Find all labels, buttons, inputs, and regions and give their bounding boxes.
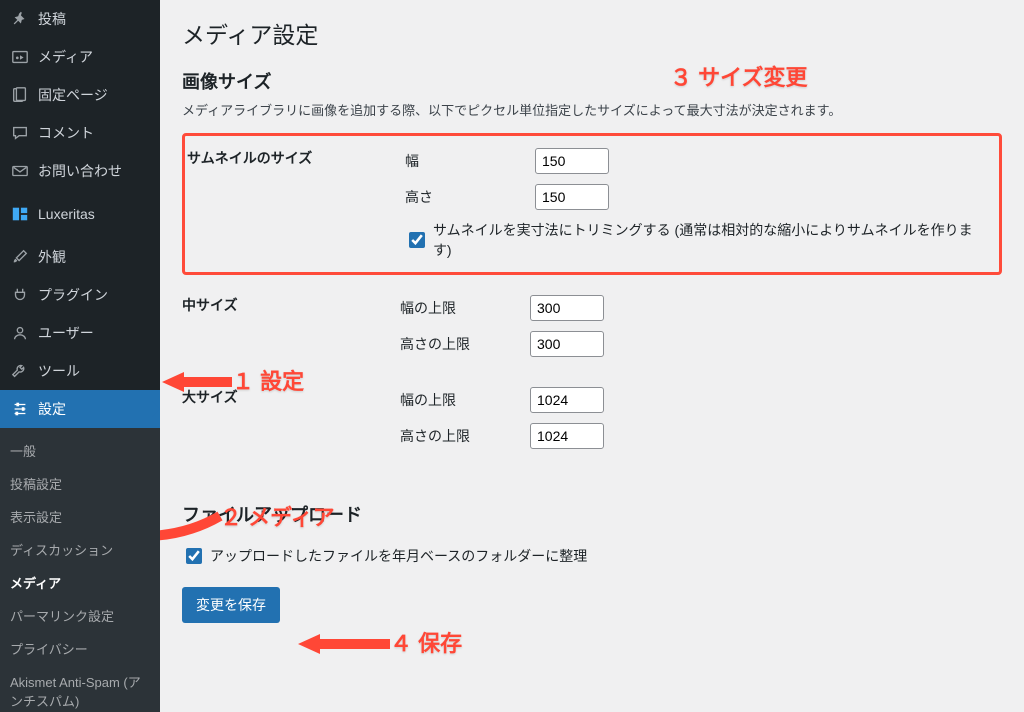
- sidebar-item-label: 固定ページ: [38, 85, 108, 105]
- large-width-input[interactable]: [530, 387, 604, 413]
- thumbnail-table: サムネイルのサイズ 幅 高さ サムネイルを実寸法にトリミングする (通常は: [187, 138, 997, 270]
- annotation-4: ４ 保存: [390, 626, 462, 658]
- sidebar-item-label: 投稿: [38, 9, 66, 29]
- image-sizes-description: メディアライブラリに画像を追加する際、以下でピクセル単位指定したサイズによって最…: [182, 100, 1002, 119]
- page-title: メディア設定: [182, 16, 1002, 50]
- submenu-item-4[interactable]: メディア: [0, 566, 160, 599]
- sidebar-item-label: 設定: [38, 399, 66, 419]
- thumb-height-label: 高さ: [405, 187, 535, 207]
- thumbnail-highlight: サムネイルのサイズ 幅 高さ サムネイルを実寸法にトリミングする (通常は: [182, 133, 1002, 275]
- thumb-width-input[interactable]: [535, 148, 609, 174]
- sidebar-item-9[interactable]: ツール: [0, 352, 160, 390]
- sidebar-item-label: お問い合わせ: [38, 161, 122, 181]
- annotation-4-arrow: [298, 632, 390, 659]
- large-width-label: 幅の上限: [400, 390, 530, 410]
- user-icon: [10, 323, 30, 343]
- medium-width-label: 幅の上限: [400, 298, 530, 318]
- comment-icon: [10, 123, 30, 143]
- brush-icon: [10, 247, 30, 267]
- plug-icon: [10, 285, 30, 305]
- sidebar-item-label: 外観: [38, 247, 66, 267]
- sidebar-item-3[interactable]: コメント: [0, 114, 160, 152]
- sliders-icon: [10, 399, 30, 419]
- pin-icon: [10, 9, 30, 29]
- medium-row-label: 中サイズ: [182, 285, 400, 377]
- sidebar-item-6[interactable]: 外観: [0, 238, 160, 276]
- sidebar-item-0[interactable]: 投稿: [0, 0, 160, 38]
- thumb-crop-label: サムネイルを実寸法にトリミングする (通常は相対的な縮小によりサムネイルを作りま…: [433, 220, 989, 260]
- sidebar-item-label: プラグイン: [38, 285, 108, 305]
- main-menu: 投稿メディア固定ページコメントお問い合わせ Luxeritas 外観プラグインユーザ…: [0, 0, 160, 428]
- save-button[interactable]: 変更を保存: [182, 587, 280, 623]
- sidebar-item-label: メディア: [38, 47, 93, 67]
- medium-width-input[interactable]: [530, 295, 604, 321]
- submenu-item-3[interactable]: ディスカッション: [0, 533, 160, 566]
- admin-sidebar: 投稿メディア固定ページコメントお問い合わせLuxeritas外観プラグインユーザ…: [0, 0, 160, 712]
- large-height-label: 高さの上限: [400, 426, 530, 446]
- settings-submenu: 一般投稿設定表示設定ディスカッションメディアパーマリンク設定プライバシーAkis…: [0, 428, 160, 712]
- sidebar-item-10[interactable]: 設定: [0, 390, 160, 428]
- app-root: 投稿メディア固定ページコメントお問い合わせLuxeritas外観プラグインユーザ…: [0, 0, 1024, 712]
- wrench-icon: [10, 361, 30, 381]
- medium-large-table: 中サイズ 幅の上限 高さの上限 大サイズ 幅の上限: [182, 285, 1002, 469]
- thumbnail-row-label: サムネイルのサイズ: [187, 138, 405, 270]
- submenu-item-0[interactable]: 一般: [0, 434, 160, 467]
- layout-icon: [10, 204, 30, 224]
- sidebar-item-label: Luxeritas: [38, 206, 95, 222]
- submenu-item-5[interactable]: パーマリンク設定: [0, 599, 160, 632]
- thumb-crop-checkbox[interactable]: [409, 232, 425, 248]
- medium-height-label: 高さの上限: [400, 334, 530, 354]
- thumb-height-input[interactable]: [535, 184, 609, 210]
- media-icon: [10, 47, 30, 67]
- sidebar-item-4[interactable]: お問い合わせ: [0, 152, 160, 190]
- organize-by-month-checkbox[interactable]: [186, 548, 202, 564]
- sidebar-item-2[interactable]: 固定ページ: [0, 76, 160, 114]
- image-sizes-heading: 画像サイズ: [182, 68, 1002, 94]
- main-content: メディア設定 画像サイズ メディアライブラリに画像を追加する際、以下でピクセル単…: [160, 0, 1024, 712]
- medium-height-input[interactable]: [530, 331, 604, 357]
- large-height-input[interactable]: [530, 423, 604, 449]
- upload-heading: ファイルアップロード: [182, 501, 1002, 527]
- large-row-label: 大サイズ: [182, 377, 400, 469]
- submenu-item-7[interactable]: Akismet Anti-Spam (アンチスパム): [0, 665, 160, 712]
- sidebar-item-label: コメント: [38, 123, 94, 143]
- organize-by-month-label: アップロードしたファイルを年月ベースのフォルダーに整理: [210, 546, 587, 566]
- submenu-item-2[interactable]: 表示設定: [0, 500, 160, 533]
- sidebar-item-label: ユーザー: [38, 323, 94, 343]
- sidebar-item-label: ツール: [38, 361, 80, 381]
- page-icon: [10, 85, 30, 105]
- sidebar-item-1[interactable]: メディア: [0, 38, 160, 76]
- sidebar-item-7[interactable]: プラグイン: [0, 276, 160, 314]
- submenu-item-6[interactable]: プライバシー: [0, 632, 160, 665]
- sidebar-item-8[interactable]: ユーザー: [0, 314, 160, 352]
- mail-icon: [10, 161, 30, 181]
- sidebar-item-5[interactable]: Luxeritas: [0, 195, 160, 233]
- submenu-item-1[interactable]: 投稿設定: [0, 467, 160, 500]
- thumb-width-label: 幅: [405, 151, 535, 171]
